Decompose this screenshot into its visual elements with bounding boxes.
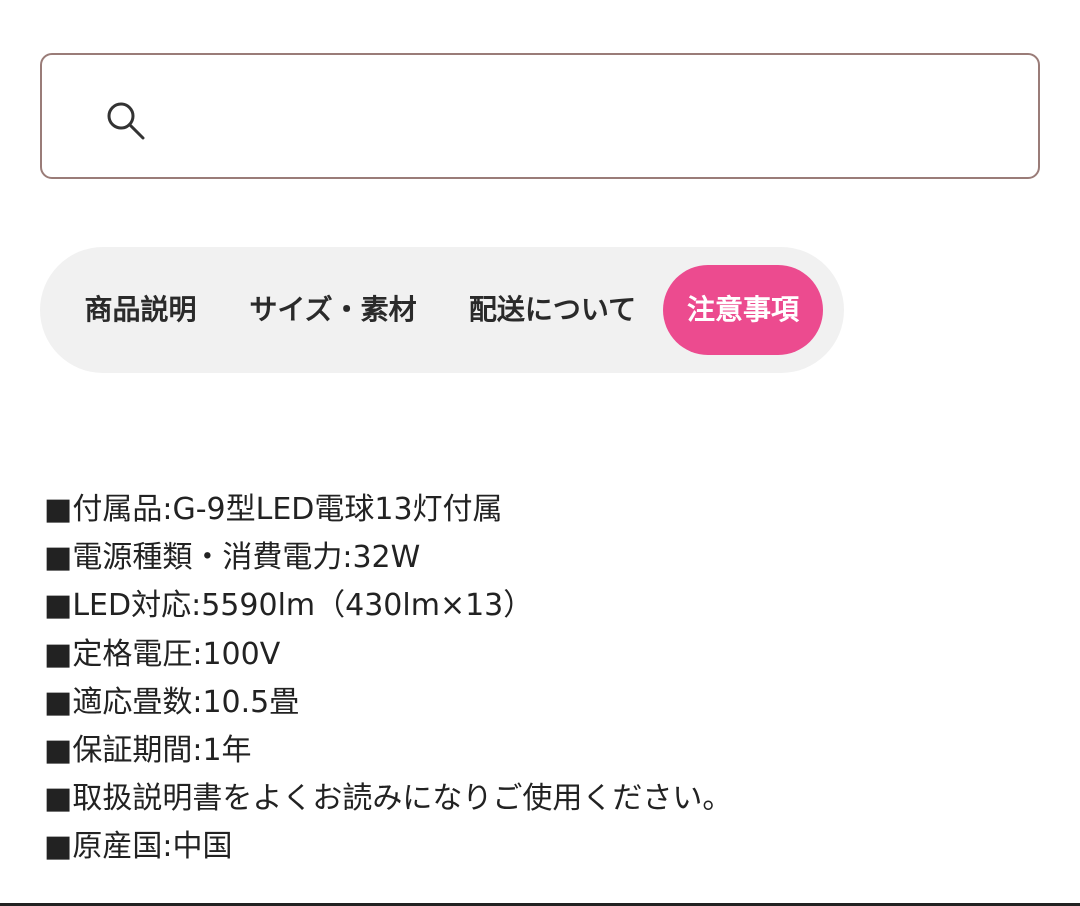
tab-shipping[interactable]: 配送について: [460, 265, 645, 355]
note-item-power: ■電源種類・消費電力:32W: [44, 540, 421, 576]
tab-size-material[interactable]: サイズ・素材: [238, 265, 428, 355]
note-item-room-size: ■適応畳数:10.5畳: [44, 684, 300, 720]
note-item-origin: ■原産国:中国: [44, 829, 233, 865]
note-item-warranty: ■保証期間:1年: [44, 733, 252, 769]
search-icon[interactable]: [104, 99, 150, 145]
search-input[interactable]: [172, 85, 1016, 149]
tab-bar: 商品説明 サイズ・素材 配送について 注意事項: [40, 247, 844, 373]
tab-notes-active[interactable]: 注意事項: [663, 265, 823, 355]
notes-list: ■付属品:G-9型LED電球13灯付属 ■電源種類・消費電力:32W ■LED対…: [44, 486, 732, 872]
search-box[interactable]: [40, 53, 1040, 179]
tab-product-description[interactable]: 商品説明: [78, 265, 203, 355]
page: 商品説明 サイズ・素材 配送について 注意事項 ■付属品:G-9型LED電球13…: [0, 0, 1080, 906]
note-item-manual: ■取扱説明書をよくお読みになりご使用ください。: [44, 781, 733, 817]
note-item-led-lumens: ■LED対応:5590lm（430lm×13）: [44, 588, 534, 624]
note-item-accessories: ■付属品:G-9型LED電球13灯付属: [44, 492, 503, 527]
note-item-rated-voltage: ■定格電圧:100V: [44, 636, 281, 672]
